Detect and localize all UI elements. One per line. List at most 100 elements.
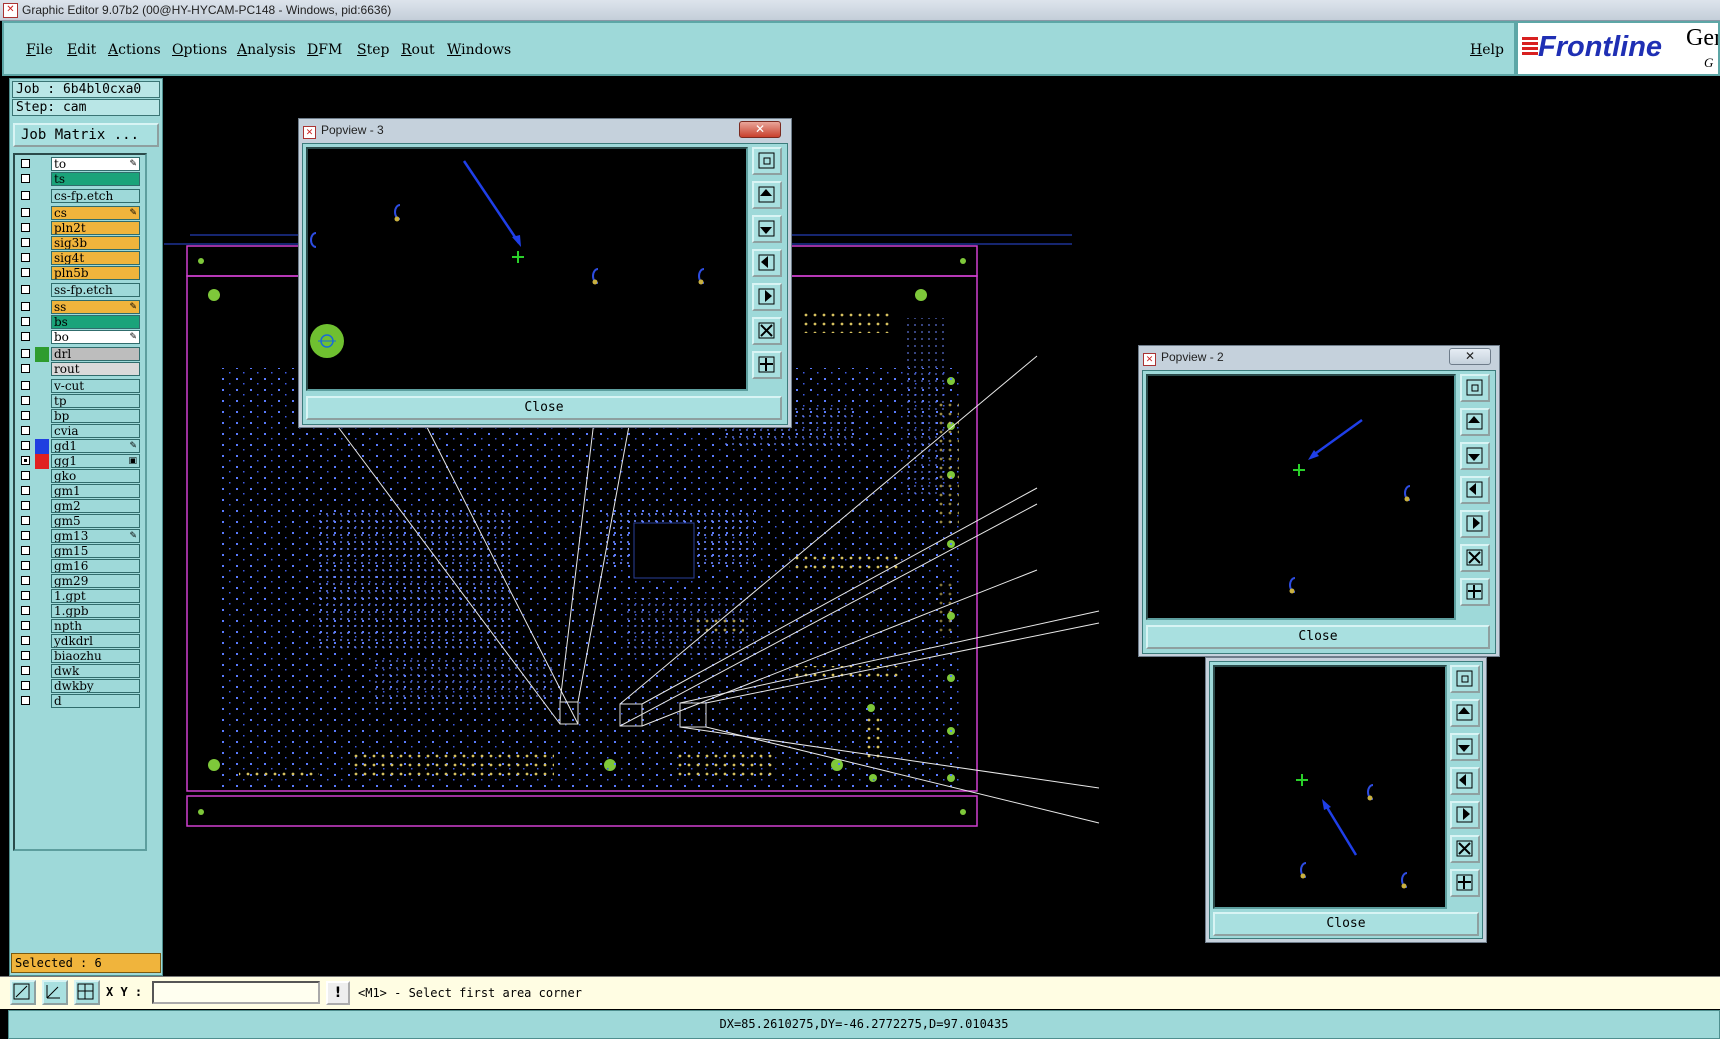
layer-row[interactable]: gm2 [17, 499, 143, 514]
pan-right-button[interactable] [1460, 510, 1490, 538]
layer-checkbox[interactable] [21, 636, 30, 645]
pan-up-button[interactable] [752, 181, 782, 209]
layer-row[interactable]: ydkdrl [17, 634, 143, 649]
layer-checkbox[interactable] [21, 208, 30, 217]
job-matrix-button[interactable]: Job Matrix ... [13, 123, 159, 147]
layer-row[interactable]: sig4t [17, 251, 143, 266]
layer-name[interactable]: gg1 ▣ [51, 454, 140, 468]
layer-row[interactable]: gm16 [17, 559, 143, 574]
popview-3-close-x-button[interactable]: ✕ [739, 121, 781, 138]
layer-row[interactable]: bs [17, 315, 143, 330]
layer-name[interactable]: gm16 [51, 559, 140, 573]
menu-windows[interactable]: Windows [447, 42, 511, 58]
layer-row[interactable]: gm1 [17, 484, 143, 499]
layer-row[interactable]: npth [17, 619, 143, 634]
popview-2-close-button[interactable]: Close [1146, 625, 1490, 649]
layer-row[interactable]: gm13 ✎ [17, 529, 143, 544]
layer-name[interactable]: gm29 [51, 574, 140, 588]
layer-checkbox[interactable] [21, 666, 30, 675]
pan-left-button[interactable] [1460, 476, 1490, 504]
layer-name[interactable]: bp [51, 409, 140, 423]
xy-input[interactable] [152, 981, 320, 1004]
layer-row[interactable]: ss-fp.etch [17, 283, 143, 298]
layer-checkbox[interactable] [21, 441, 30, 450]
layer-name[interactable]: cs-fp.etch [51, 189, 140, 203]
layer-checkbox[interactable] [21, 396, 30, 405]
layer-row[interactable]: gm5 [17, 514, 143, 529]
layer-row[interactable]: ts [17, 172, 143, 187]
layer-name[interactable]: ts [51, 172, 140, 186]
layer-row[interactable]: d [17, 694, 143, 709]
layer-checkbox[interactable] [21, 159, 30, 168]
layer-checkbox[interactable] [21, 591, 30, 600]
layer-checkbox[interactable] [21, 381, 30, 390]
layer-row[interactable]: to ✎ [17, 157, 143, 172]
layer-name[interactable]: drl [51, 347, 140, 361]
layer-row[interactable]: gg1 ▣ [17, 454, 143, 469]
popview-1-close-button[interactable]: Close [1213, 912, 1479, 936]
layer-checkbox[interactable] [21, 364, 30, 373]
popview-2-view[interactable] [1146, 374, 1456, 620]
layer-checkbox[interactable] [21, 223, 30, 232]
menu-help[interactable]: Help [1470, 42, 1504, 58]
layer-row[interactable]: cvia [17, 424, 143, 439]
layer-checkbox[interactable] [21, 531, 30, 540]
layer-checkbox[interactable] [21, 191, 30, 200]
pan-down-button[interactable] [752, 215, 782, 243]
layer-name[interactable]: gm5 [51, 514, 140, 528]
pan-up-button[interactable] [1460, 408, 1490, 436]
layer-row[interactable]: pln2t [17, 221, 143, 236]
pan-up-button[interactable] [1450, 699, 1480, 727]
layer-row[interactable]: gko [17, 469, 143, 484]
layer-row[interactable]: gd1 ✎ [17, 439, 143, 454]
menu-dfm[interactable]: DFM [307, 42, 342, 58]
zoom-area-button[interactable] [1450, 665, 1480, 693]
layer-name[interactable]: bo ✎ [51, 330, 140, 344]
layer-checkbox[interactable] [21, 561, 30, 570]
layer-checkbox[interactable] [21, 696, 30, 705]
layer-checkbox[interactable] [21, 238, 30, 247]
layer-checkbox[interactable] [21, 516, 30, 525]
layer-name[interactable]: rout [51, 362, 140, 376]
layer-row[interactable]: cs ✎ [17, 206, 143, 221]
layer-name[interactable]: dwk [51, 664, 140, 678]
zoom-out-button[interactable] [752, 317, 782, 345]
layer-checkbox[interactable] [21, 501, 30, 510]
layer-name[interactable]: gm15 [51, 544, 140, 558]
layer-name[interactable]: gm13 ✎ [51, 529, 140, 543]
layer-row[interactable]: bp [17, 409, 143, 424]
layer-name[interactable]: pln5b [51, 266, 140, 280]
layer-row[interactable]: sig3b [17, 236, 143, 251]
layer-row[interactable]: ss ✎ [17, 300, 143, 315]
layer-name[interactable]: cvia [51, 424, 140, 438]
menu-file[interactable]: File [26, 42, 53, 58]
layer-name[interactable]: ydkdrl [51, 634, 140, 648]
zoom-in-button[interactable] [1460, 578, 1490, 606]
layer-row[interactable]: dwkby [17, 679, 143, 694]
layer-checkbox[interactable] [21, 268, 30, 277]
menu-edit[interactable]: Edit [67, 42, 96, 58]
layer-name[interactable]: 1.gpb [51, 604, 140, 618]
layer-name[interactable]: pln2t [51, 221, 140, 235]
pan-right-button[interactable] [752, 283, 782, 311]
zoom-in-button[interactable] [1450, 869, 1480, 897]
menu-rout[interactable]: Rout [401, 42, 435, 58]
popview-3-close-button[interactable]: Close [306, 396, 782, 420]
layer-row[interactable]: drl [17, 347, 143, 362]
zoom-out-button[interactable] [1450, 835, 1480, 863]
layer-row[interactable]: 1.gpb [17, 604, 143, 619]
layer-checkbox[interactable] [21, 576, 30, 585]
layer-checkbox[interactable] [21, 621, 30, 630]
zoom-area-button[interactable] [752, 147, 782, 175]
layer-name[interactable]: sig3b [51, 236, 140, 250]
popview-3-view[interactable] [306, 147, 748, 391]
layer-name[interactable]: sig4t [51, 251, 140, 265]
zoom-in-button[interactable] [752, 351, 782, 379]
layer-checkbox[interactable] [21, 471, 30, 480]
menu-step[interactable]: Step [357, 42, 389, 58]
layer-row[interactable]: biaozhu [17, 649, 143, 664]
layer-checkbox[interactable] [21, 332, 30, 341]
popview-1-view[interactable] [1213, 665, 1447, 909]
layer-name[interactable]: bs [51, 315, 140, 329]
layer-name[interactable]: 1.gpt [51, 589, 140, 603]
